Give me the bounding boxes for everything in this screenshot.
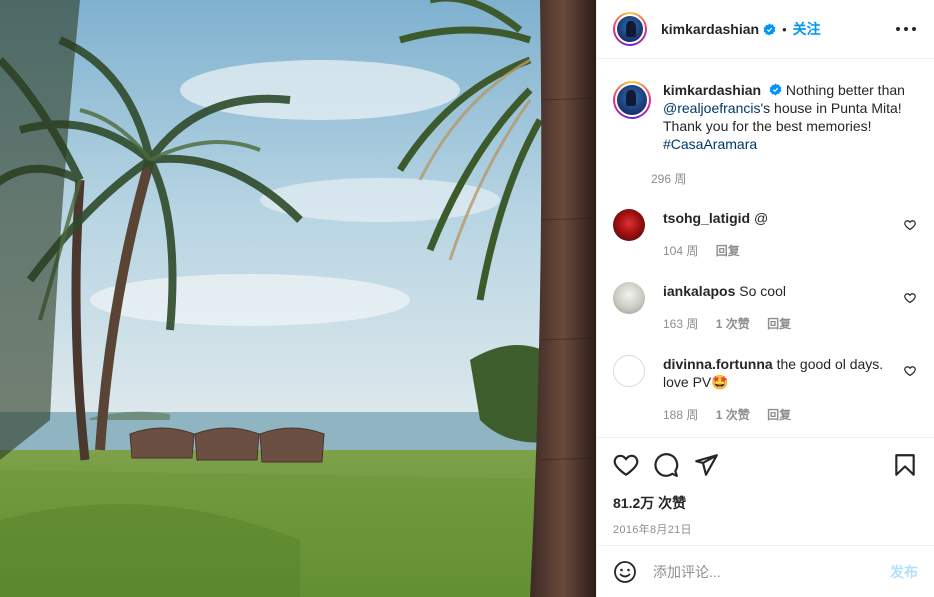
post-details-panel: kimkardashian • 关注 kimkardashian Nothing… (596, 0, 934, 597)
reply-button[interactable]: 回复 (767, 317, 791, 331)
commenter-username[interactable]: iankalapos (663, 283, 735, 299)
caption-meta: 296 周 (651, 170, 918, 187)
post-caption: kimkardashian Nothing better than @realj… (613, 60, 918, 187)
comment-item: tsohg_latigid @ 104 周 回复 (613, 209, 918, 260)
comment-likes[interactable]: 1 次赞 (716, 408, 750, 422)
commenter-avatar[interactable] (613, 209, 645, 241)
comment-time[interactable]: 163 周 (663, 317, 698, 331)
post-comment-button[interactable]: 发布 (890, 562, 918, 582)
caption-hashtag-link[interactable]: #CasaAramara (663, 136, 757, 152)
caption-username[interactable]: kimkardashian (663, 82, 761, 98)
author-username[interactable]: kimkardashian (661, 21, 759, 37)
beach-palm-photo (0, 0, 596, 597)
commenter-avatar[interactable] (613, 355, 645, 387)
comments-list[interactable]: kimkardashian Nothing better than @realj… (597, 60, 934, 436)
comment-input[interactable] (653, 563, 890, 580)
comment-meta: 188 周 1 次赞 回复 (663, 406, 892, 424)
comment-heart-icon[interactable] (904, 365, 916, 377)
comment-meta: 163 周 1 次赞 回复 (663, 315, 892, 333)
follow-button[interactable]: 关注 (793, 19, 821, 39)
post-actions: 81.2万 次赞 2016年8月21日 (597, 437, 934, 537)
author-avatar[interactable] (613, 12, 647, 46)
likes-count[interactable]: 81.2万 次赞 (613, 493, 918, 513)
action-icons (613, 452, 918, 478)
reply-button[interactable]: 回复 (767, 408, 791, 422)
post-photo[interactable] (0, 0, 596, 597)
emoji-icon[interactable] (613, 560, 637, 584)
caption-time[interactable]: 296 周 (651, 172, 686, 186)
caption-avatar[interactable] (613, 81, 651, 119)
commenter-username[interactable]: tsohg_latigid (663, 210, 750, 226)
comment-icon[interactable] (653, 452, 679, 478)
comment-item: iankalapos So cool 163 周 1 次赞 回复 (613, 282, 918, 333)
comment-heart-icon[interactable] (904, 219, 916, 231)
verified-badge-icon (763, 22, 776, 36)
comment-time[interactable]: 104 周 (663, 244, 698, 258)
post-date[interactable]: 2016年8月21日 (613, 521, 918, 537)
commenter-username[interactable]: divinna.fortunna (663, 356, 773, 372)
bookmark-icon[interactable] (892, 452, 918, 478)
comment-text: @ (754, 210, 769, 226)
comment-likes[interactable]: 1 次赞 (716, 317, 750, 331)
comment-time[interactable]: 188 周 (663, 408, 698, 422)
add-comment-bar: 发布 (597, 545, 934, 597)
heart-icon[interactable] (613, 452, 639, 478)
verified-badge-icon (769, 83, 782, 96)
caption-text: Nothing better than (785, 82, 905, 98)
share-icon[interactable] (693, 452, 719, 478)
comment-text: So cool (739, 283, 786, 299)
comment-heart-icon[interactable] (904, 292, 916, 304)
post-header: kimkardashian • 关注 (597, 0, 934, 59)
comment-meta: 104 周 回复 (663, 242, 892, 260)
separator-dot: • (782, 21, 787, 37)
more-horizontal-icon[interactable] (896, 22, 916, 36)
reply-button[interactable]: 回复 (716, 244, 740, 258)
caption-mention-link[interactable]: @realjoefrancis (663, 100, 760, 116)
commenter-avatar[interactable] (613, 282, 645, 314)
comment-item: divinna.fortunna the good ol days. love … (613, 355, 918, 424)
